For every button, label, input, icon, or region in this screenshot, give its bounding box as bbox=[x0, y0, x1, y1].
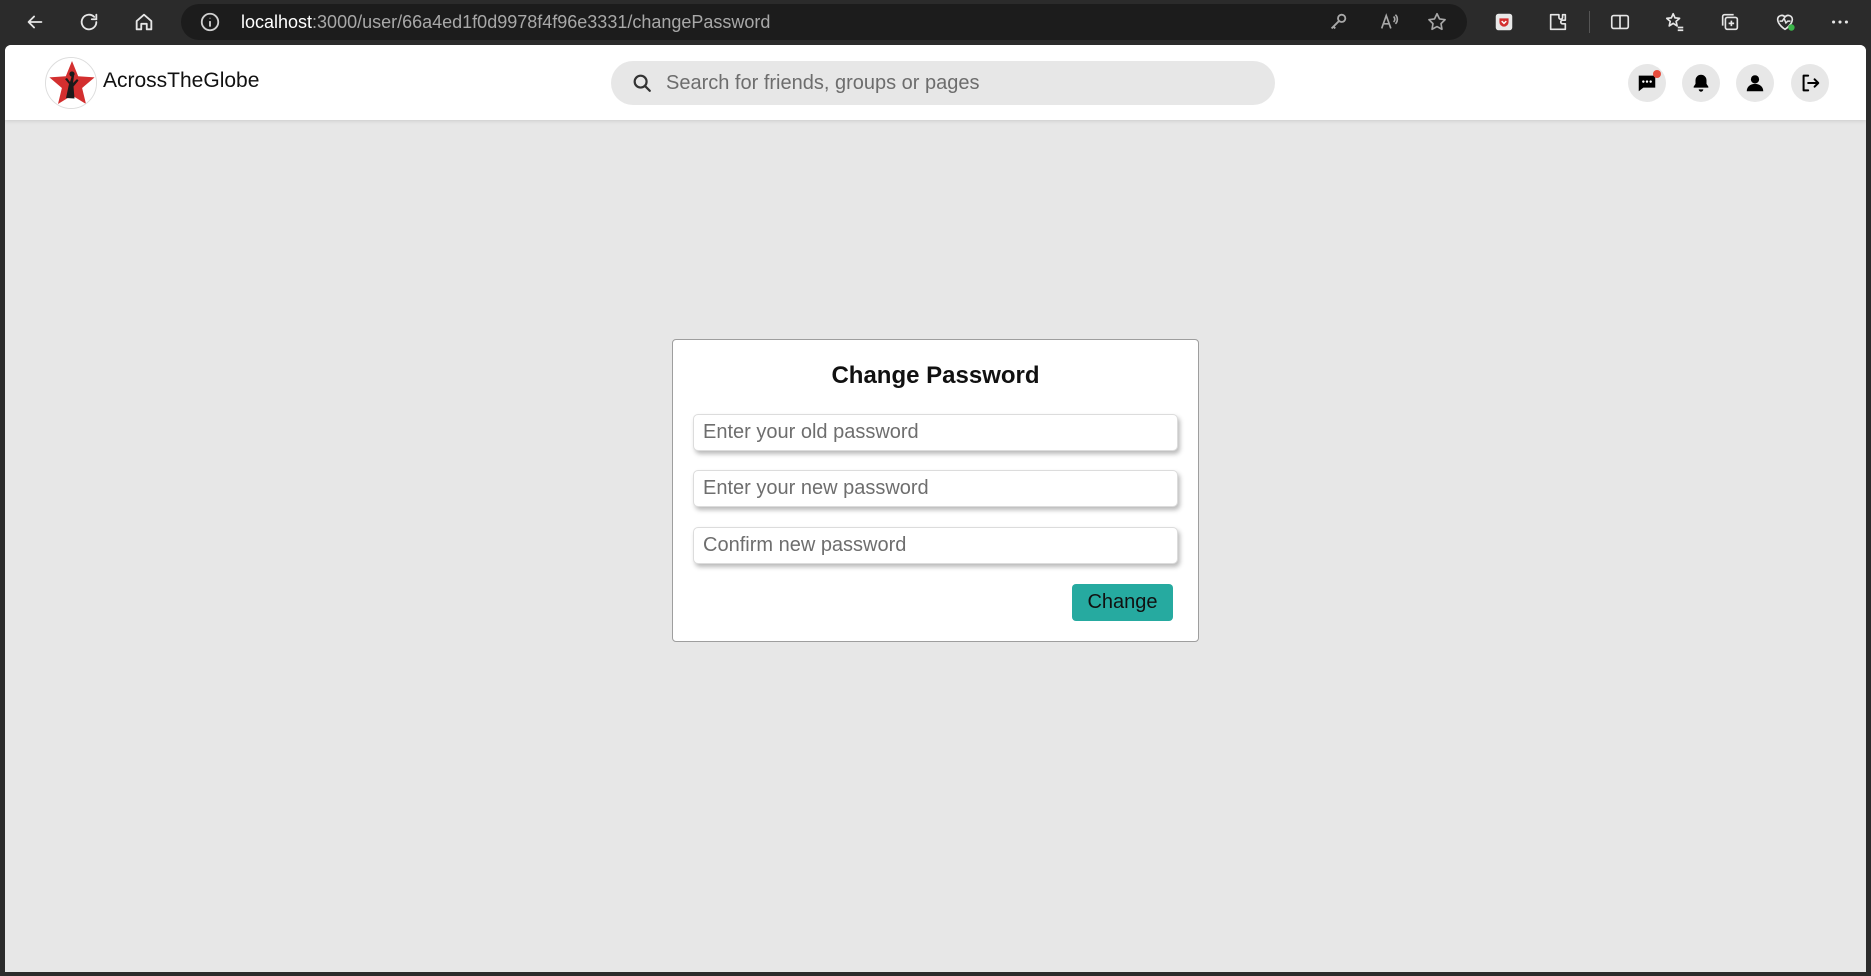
url-text[interactable]: localhost:3000/user/66a4ed1f0d9978f4f96e… bbox=[241, 4, 770, 40]
page-viewport: AcrossTheGlobe Change Password Change bbox=[5, 45, 1866, 972]
back-icon[interactable] bbox=[19, 6, 51, 38]
read-aloud-icon[interactable] bbox=[1378, 11, 1400, 33]
bell-icon bbox=[1693, 74, 1709, 92]
url-path: :3000/user/66a4ed1f0d9978f4f96e3331/chan… bbox=[312, 12, 771, 32]
site-info-icon[interactable] bbox=[199, 11, 221, 33]
page-title: Change Password bbox=[831, 362, 1040, 389]
url-host: localhost bbox=[241, 12, 313, 32]
password-key-icon[interactable] bbox=[1327, 11, 1349, 33]
confirm-password-field[interactable] bbox=[693, 527, 1178, 564]
logout-icon bbox=[1802, 74, 1820, 92]
search-input[interactable] bbox=[666, 61, 1256, 105]
browser-essentials-icon[interactable] bbox=[1769, 6, 1801, 38]
extensions-icon[interactable] bbox=[1542, 6, 1574, 38]
favorites-icon[interactable] bbox=[1659, 6, 1691, 38]
refresh-icon[interactable] bbox=[73, 6, 105, 38]
more-options-icon[interactable] bbox=[1824, 6, 1856, 38]
address-bar[interactable]: localhost:3000/user/66a4ed1f0d9978f4f96e… bbox=[181, 4, 1467, 40]
logout-button[interactable] bbox=[1791, 64, 1829, 102]
pocket-extension-icon[interactable] bbox=[1488, 6, 1520, 38]
notifications-button[interactable] bbox=[1682, 64, 1720, 102]
user-icon bbox=[1746, 75, 1764, 92]
unread-indicator bbox=[1653, 70, 1661, 78]
new-password-field[interactable] bbox=[693, 470, 1178, 507]
split-screen-icon[interactable] bbox=[1604, 6, 1636, 38]
brand-logo[interactable] bbox=[45, 57, 97, 109]
change-password-card: Change Password Change bbox=[672, 339, 1199, 642]
toolbar-separator bbox=[1589, 11, 1590, 33]
favorite-star-icon[interactable] bbox=[1426, 11, 1448, 33]
profile-button[interactable] bbox=[1736, 64, 1774, 102]
search-bar bbox=[611, 61, 1275, 105]
home-icon[interactable] bbox=[128, 6, 160, 38]
brand-name[interactable]: AcrossTheGlobe bbox=[103, 69, 259, 93]
old-password-field[interactable] bbox=[693, 414, 1178, 451]
search-icon bbox=[631, 72, 653, 94]
collections-icon[interactable] bbox=[1714, 6, 1746, 38]
browser-toolbar: localhost:3000/user/66a4ed1f0d9978f4f96e… bbox=[0, 0, 1871, 43]
messages-button[interactable] bbox=[1628, 64, 1666, 102]
top-navbar: AcrossTheGlobe bbox=[5, 45, 1866, 120]
change-button[interactable]: Change bbox=[1072, 584, 1173, 621]
